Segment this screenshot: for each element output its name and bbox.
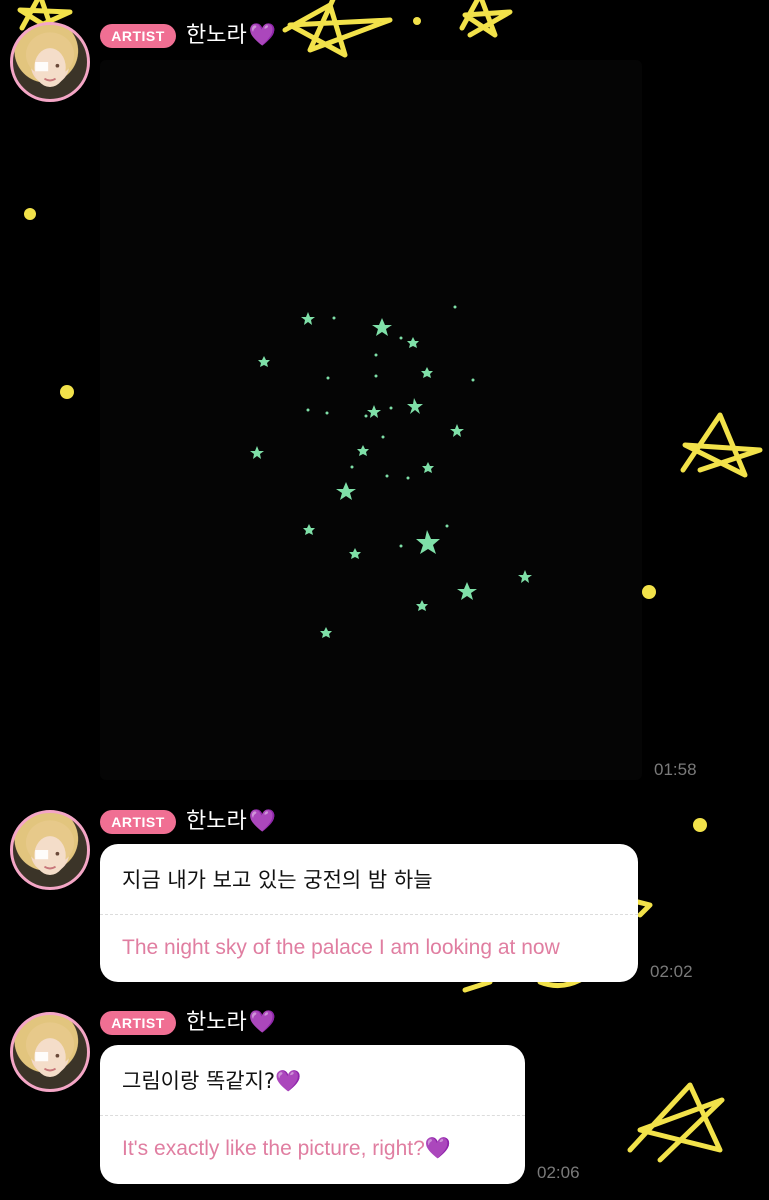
sender-name-text: 한노라 — [186, 809, 247, 834]
green-star — [336, 482, 356, 500]
green-dot — [406, 476, 410, 480]
message-time: 02:02 — [650, 962, 693, 981]
green-star — [450, 424, 464, 437]
green-star — [250, 446, 264, 459]
sender-name[interactable]: 한노라💜 — [186, 809, 276, 835]
message-time: 02:06 — [537, 1163, 580, 1182]
sender-name[interactable]: 한노라💜 — [186, 1010, 276, 1036]
green-star — [457, 582, 477, 600]
green-star — [416, 530, 440, 554]
green-dot — [332, 316, 336, 320]
green-dot — [374, 353, 378, 357]
sender-name-text: 한노라 — [186, 1010, 247, 1035]
artist-badge: ARTIST — [100, 810, 176, 834]
avatar[interactable] — [10, 810, 90, 890]
green-dot — [385, 474, 389, 478]
yellow-star-doodle — [680, 412, 763, 478]
green-dot — [306, 408, 310, 412]
artist-portrait-icon — [25, 820, 75, 875]
yellow-dot — [693, 818, 707, 832]
green-dot — [453, 305, 457, 309]
green-star — [258, 356, 270, 367]
green-star — [407, 398, 423, 414]
green-dot — [374, 374, 378, 378]
artist-portrait-icon — [25, 1022, 75, 1077]
artist-portrait-icon — [25, 32, 75, 87]
yellow-dot — [413, 17, 421, 25]
message-bubble[interactable]: 그림이랑 똑같지?💜 It's exactly like the picture… — [100, 1045, 525, 1184]
original-text: 그림이랑 똑같지?💜 — [122, 1069, 302, 1093]
green-dot — [325, 411, 329, 415]
image-message[interactable] — [100, 60, 642, 780]
green-dot — [364, 414, 368, 418]
purple-heart-icon: 💜 — [248, 23, 277, 48]
green-dot — [389, 406, 393, 410]
purple-heart-icon: 💜 — [248, 809, 277, 834]
green-star — [320, 627, 332, 638]
green-star — [407, 337, 419, 348]
yellow-dot — [642, 585, 656, 599]
avatar[interactable] — [10, 22, 90, 102]
green-star — [303, 524, 315, 535]
artist-badge: ARTIST — [100, 24, 176, 48]
green-star — [357, 445, 369, 456]
green-dot — [381, 435, 385, 439]
yellow-dot — [24, 208, 36, 220]
message-bubble[interactable]: 지금 내가 보고 있는 궁전의 밤 하늘 The night sky of th… — [100, 844, 638, 982]
green-dot — [326, 376, 330, 380]
yellow-star-doodle — [627, 1082, 725, 1163]
yellow-dot — [60, 385, 74, 399]
sender-name[interactable]: 한노라💜 — [186, 23, 276, 49]
yellow-star-doodle — [459, 0, 513, 38]
sender-name-text: 한노라 — [186, 23, 247, 48]
green-star — [349, 548, 361, 559]
green-star-group — [250, 312, 532, 638]
yellow-star-doodle — [462, 979, 493, 993]
green-dot — [445, 524, 449, 528]
green-star — [421, 367, 433, 378]
message-time: 01:58 — [654, 760, 697, 779]
green-star — [301, 312, 315, 325]
green-star — [518, 570, 532, 583]
green-dot — [399, 336, 403, 340]
green-star — [422, 462, 434, 473]
yellow-star-doodle — [282, 0, 393, 58]
avatar[interactable] — [10, 1012, 90, 1092]
purple-heart-icon: 💜 — [248, 1010, 277, 1035]
green-dot — [471, 378, 475, 382]
green-dot — [350, 465, 354, 469]
translation-text: The night sky of the palace I am looking… — [122, 936, 560, 959]
green-star — [367, 405, 381, 418]
green-dot — [399, 544, 403, 548]
green-dots — [306, 305, 475, 548]
original-text: 지금 내가 보고 있는 궁전의 밤 하늘 — [122, 868, 433, 892]
translation-text: It's exactly like the picture, right?💜 — [122, 1137, 451, 1160]
green-star — [372, 318, 392, 336]
night-sky-stars-image — [250, 305, 532, 638]
green-star — [416, 600, 428, 611]
green-stars — [250, 305, 532, 638]
artist-badge: ARTIST — [100, 1011, 176, 1035]
